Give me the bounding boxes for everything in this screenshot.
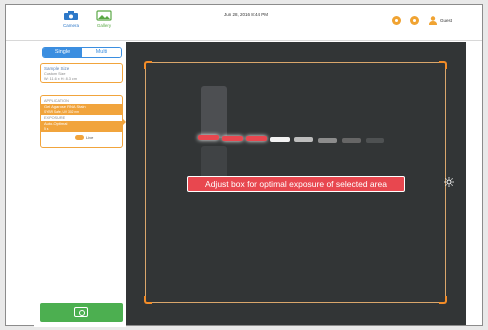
application-subtitle: SYBR Safe, UV 302 nm: [44, 109, 80, 114]
live-toggle-label: Live: [86, 135, 94, 141]
camera-icon: [64, 11, 78, 20]
sample-size-subtitle: Custom Size: [44, 72, 66, 76]
gallery-tab[interactable]: Gallery: [89, 10, 119, 38]
exposure-name: Auto-Optimal: [44, 121, 68, 127]
sample-size-card[interactable]: Sample Size Custom Size W: 11.6 x H: 8.3…: [40, 63, 123, 83]
application-section-label: APPLICATION: [44, 99, 69, 103]
datetime: Jun 28, 2016 8:44 PM: [223, 12, 269, 17]
crop-handle-bottom-left[interactable]: [144, 296, 152, 304]
crop-handle-bottom-right[interactable]: [439, 296, 447, 304]
sample-size-detail: W: 11.6 x H: 8.3 cm: [44, 77, 77, 81]
application-name: Gel Agarose RNA Stain: [44, 104, 86, 109]
exposure-hint-text: Adjust box for optimal exposure of selec…: [188, 177, 404, 191]
user-label[interactable]: Guest: [440, 18, 452, 23]
exposure-section-label: EXPOSURE: [44, 116, 66, 121]
crop-handle-top-left[interactable]: [144, 61, 152, 69]
mode-segmented-control: Single Multi: [42, 47, 122, 58]
live-toggle-row: Live: [41, 135, 122, 141]
camera-tab-label: Camera: [62, 23, 79, 28]
camera-icon: [74, 307, 88, 317]
sample-size-title: Sample Size: [44, 66, 70, 71]
user-icon[interactable]: [429, 16, 437, 25]
live-toggle[interactable]: [75, 135, 84, 141]
exposure-hint-toast: Adjust box for optimal exposure of selec…: [187, 176, 405, 192]
multi-mode-button[interactable]: Multi: [82, 48, 121, 57]
exposure-selector[interactable]: Auto-Optimal 5 s: [41, 121, 122, 133]
settings-icon[interactable]: [392, 16, 401, 25]
crop-handle-top-right[interactable]: [439, 61, 447, 69]
help-icon[interactable]: [410, 16, 419, 25]
application-selector[interactable]: Gel Agarose RNA Stain SYBR Safe, UV 302 …: [41, 104, 122, 116]
sun-icon[interactable]: [444, 177, 454, 187]
single-mode-button[interactable]: Single: [43, 48, 82, 57]
app-window: Camera Gallery Jun 28, 2016 8:44 PM Gues…: [5, 4, 483, 327]
capture-button[interactable]: [40, 303, 123, 322]
exposure-subtitle: 5 s: [44, 126, 49, 131]
application-card: APPLICATION Gel Agarose RNA Stain SYBR S…: [40, 95, 126, 148]
gallery-icon: [96, 10, 112, 21]
gallery-tab-label: Gallery: [96, 23, 112, 28]
top-bar: Camera Gallery Jun 28, 2016 8:44 PM Gues…: [6, 5, 482, 41]
sidebar: Single Multi Sample Size Custom Size W: …: [34, 41, 126, 327]
camera-tab[interactable]: Camera: [56, 10, 86, 38]
